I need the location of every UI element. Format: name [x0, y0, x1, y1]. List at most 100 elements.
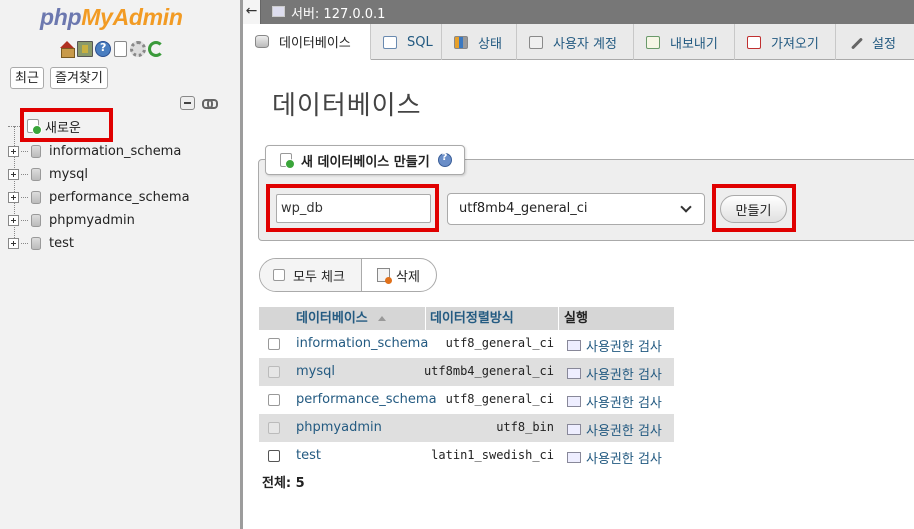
favorites-button[interactable]: 즐겨찾기: [50, 67, 108, 89]
database-link[interactable]: information_schema: [296, 336, 428, 351]
collation-value: utf8_bin: [496, 420, 554, 434]
check-privileges-label: 사용권한 검사: [586, 340, 662, 355]
collation-value: utf8_general_ci: [445, 392, 554, 406]
tab-label: 상태: [478, 36, 502, 52]
help-icon[interactable]: [95, 41, 111, 57]
header-database[interactable]: 데이터베이스: [296, 307, 386, 330]
navigation-panel: phpMyAdmin 최근 즐겨찾기 새로운 information_schem…: [0, 0, 240, 529]
logout-icon[interactable]: [77, 41, 93, 57]
users-icon: [529, 35, 543, 49]
delete-button[interactable]: 삭제: [362, 259, 436, 291]
tab-databases[interactable]: 데이터베이스: [243, 24, 371, 60]
sidebar-item-label: phpmyadmin: [49, 212, 135, 228]
new-database-icon: [280, 153, 295, 169]
database-icon: [31, 190, 41, 204]
sidebar-item-test[interactable]: test: [8, 233, 74, 253]
header-action: 실행: [564, 311, 588, 326]
collation-select[interactable]: utf8mb4_general_ci: [447, 193, 705, 225]
tab-sql[interactable]: SQL: [371, 24, 442, 60]
tab-status[interactable]: 상태: [442, 24, 517, 60]
row-checkbox[interactable]: [268, 450, 280, 462]
sort-ascending-icon: [377, 316, 386, 321]
row-checkbox[interactable]: [268, 338, 280, 350]
expand-icon[interactable]: [8, 191, 19, 203]
server-breadcrumb[interactable]: 서버: 127.0.0.1: [291, 3, 385, 22]
sidebar-item-performance-schema[interactable]: performance_schema: [8, 187, 190, 207]
status-icon: [454, 35, 468, 49]
collation-value: utf8_general_ci: [445, 336, 554, 350]
tab-label: SQL: [407, 34, 433, 50]
database-link[interactable]: phpmyadmin: [296, 420, 382, 435]
page-title: 데이터베이스: [272, 91, 422, 121]
chevron-down-icon: [680, 201, 692, 213]
reload-icon[interactable]: [148, 41, 164, 57]
database-total-count: 전체: 5: [262, 476, 305, 491]
collation-value: utf8mb4_general_ci: [423, 364, 554, 378]
check-privileges-link[interactable]: 사용권한 검사: [567, 448, 662, 467]
database-link[interactable]: mysql: [296, 364, 335, 379]
header-collation[interactable]: 데이터정렬방식: [430, 307, 514, 330]
database-icon: [31, 236, 41, 250]
logo-myadmin-text: MyAdmin: [81, 4, 183, 30]
sidebar-item-information-schema[interactable]: information_schema: [8, 141, 181, 161]
wrench-icon: [848, 36, 862, 49]
check-privileges-label: 사용권한 검사: [586, 396, 662, 411]
database-table: 데이터베이스 데이터정렬방식 실행 information_schema utf…: [259, 307, 674, 470]
database-link[interactable]: test: [296, 448, 321, 463]
check-privileges-label: 사용권한 검사: [586, 368, 662, 383]
check-privileges-link[interactable]: 사용권한 검사: [567, 420, 662, 439]
expand-icon[interactable]: [8, 214, 19, 226]
tab-user-accounts[interactable]: 사용자 계정: [517, 24, 634, 60]
tab-settings[interactable]: 설정: [836, 24, 914, 60]
row-checkbox: [268, 422, 280, 434]
check-privileges-link[interactable]: 사용권한 검사: [567, 364, 662, 383]
table-row: test latin1_swedish_ci 사용권한 검사: [259, 442, 674, 470]
sidebar-item-label: information_schema: [49, 143, 182, 159]
check-privileges-link[interactable]: 사용권한 검사: [567, 336, 662, 355]
help-icon[interactable]: [437, 152, 452, 167]
checkbox[interactable]: [273, 269, 285, 281]
privileges-icon: [567, 424, 581, 435]
row-checkbox: [268, 366, 280, 378]
home-icon[interactable]: [59, 41, 75, 58]
tab-import[interactable]: 가져오기: [735, 24, 836, 60]
sql-icon: [383, 35, 397, 49]
privileges-icon: [567, 452, 581, 463]
tab-label: 가져오기: [771, 36, 819, 52]
check-privileges-label: 사용권한 검사: [586, 424, 662, 439]
hide-sidebar-arrow-icon[interactable]: ←: [243, 0, 261, 24]
expand-icon[interactable]: [8, 168, 19, 180]
table-header: 데이터베이스 데이터정렬방식 실행: [259, 307, 674, 330]
sidebar-item-label: performance_schema: [49, 189, 190, 205]
recent-button[interactable]: 최근: [10, 67, 44, 89]
sidebar-item-label: mysql: [49, 166, 88, 182]
export-icon: [646, 35, 660, 49]
column-divider: [425, 307, 426, 330]
table-row: mysql utf8mb4_general_ci 사용권한 검사: [259, 358, 674, 386]
phpmyadmin-logo[interactable]: phpMyAdmin: [40, 4, 183, 31]
check-privileges-link[interactable]: 사용권한 검사: [567, 392, 662, 411]
database-link[interactable]: performance_schema: [296, 392, 437, 407]
tab-export[interactable]: 내보내기: [634, 24, 735, 60]
documentation-icon[interactable]: [114, 41, 127, 57]
sidebar-item-phpmyadmin[interactable]: phpmyadmin: [8, 210, 135, 230]
settings-icon[interactable]: [130, 41, 146, 57]
tree-branch: [21, 196, 28, 198]
check-all-checkbox[interactable]: 모두 체크: [260, 259, 362, 291]
server-icon: [272, 6, 285, 17]
expand-icon[interactable]: [8, 237, 19, 249]
create-database-legend: 새 데이터베이스 만들기: [265, 145, 465, 175]
expand-icon[interactable]: [8, 145, 19, 157]
sidebar-item-mysql[interactable]: mysql: [8, 164, 88, 184]
tab-label: 사용자 계정: [553, 36, 617, 52]
create-database-legend-label: 새 데이터베이스 만들기: [301, 154, 430, 170]
sidebar-resize-handle[interactable]: [240, 0, 243, 529]
privileges-icon: [567, 396, 581, 407]
privileges-icon: [567, 340, 581, 351]
table-row: phpmyadmin utf8_bin 사용권한 검사: [259, 414, 674, 442]
collapse-all-icon[interactable]: [180, 96, 195, 110]
tab-label: 데이터베이스: [279, 36, 351, 51]
table-row: performance_schema utf8_general_ci 사용권한 …: [259, 386, 674, 414]
import-icon: [747, 35, 761, 49]
link-with-main-panel-icon[interactable]: [202, 99, 218, 109]
